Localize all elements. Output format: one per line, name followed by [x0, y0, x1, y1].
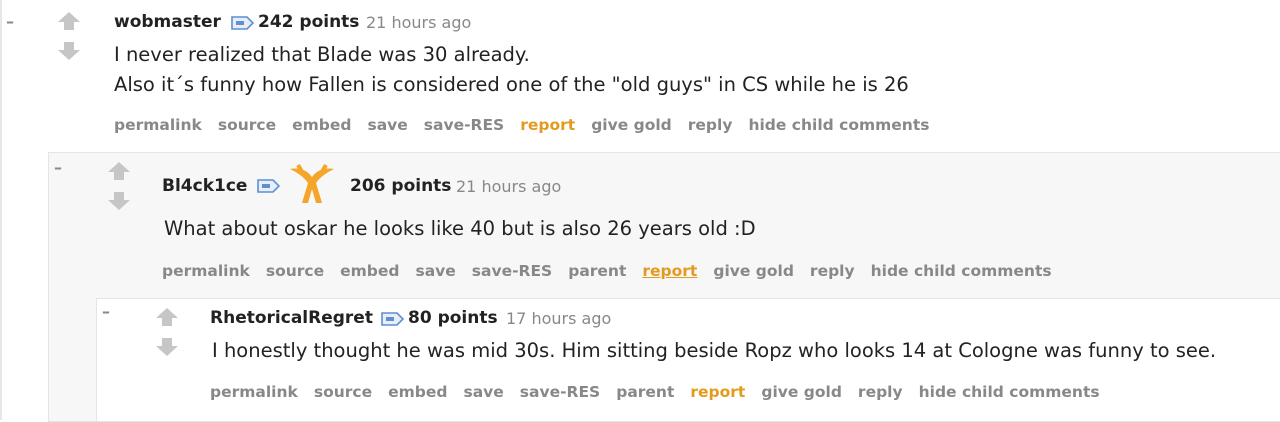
hide-child-comments-link[interactable]: hide child comments — [871, 262, 1052, 280]
tag-icon[interactable] — [380, 312, 404, 326]
give-gold-link[interactable]: give gold — [591, 116, 672, 134]
timestamp: 17 hours ago — [506, 309, 612, 328]
timestamp: 21 hours ago — [366, 13, 472, 32]
comment-line: I honestly thought he was mid 30s. Him s… — [212, 339, 1217, 362]
upvote-icon — [58, 12, 80, 30]
action-bar: permalink source embed save save-RES par… — [162, 262, 1068, 280]
save-res-link[interactable]: save-RES — [520, 383, 600, 401]
comment-line: Also it´s funny how Fallen is considered… — [114, 73, 909, 96]
vote-arrows[interactable] — [106, 162, 132, 214]
hide-child-comments-link[interactable]: hide child comments — [748, 116, 929, 134]
source-link[interactable]: source — [218, 116, 276, 134]
tag-icon[interactable] — [256, 179, 280, 193]
save-link[interactable]: save — [367, 116, 407, 134]
source-link[interactable]: source — [314, 383, 372, 401]
upvote-icon — [156, 308, 178, 326]
vote-arrows[interactable] — [154, 308, 180, 360]
collapse-toggle[interactable]: – — [102, 304, 110, 320]
permalink-link[interactable]: permalink — [114, 116, 202, 134]
reply-link[interactable]: reply — [688, 116, 733, 134]
give-gold-link[interactable]: give gold — [713, 262, 794, 280]
author-link[interactable]: wobmaster — [114, 12, 221, 32]
comment-body: What about oskar he looks like 40 but is… — [164, 214, 756, 244]
downvote-icon — [156, 338, 178, 356]
collapse-toggle[interactable]: – — [6, 14, 14, 30]
report-link[interactable]: report — [642, 262, 697, 280]
save-res-link[interactable]: save-RES — [424, 116, 504, 134]
embed-link[interactable]: embed — [388, 383, 447, 401]
comment-body: I honestly thought he was mid 30s. Him s… — [212, 336, 1216, 366]
upvote-icon — [108, 162, 130, 180]
embed-link[interactable]: embed — [292, 116, 351, 134]
action-bar: permalink source embed save save-RES par… — [210, 383, 1116, 401]
thread-line — [0, 0, 2, 420]
parent-link[interactable]: parent — [616, 383, 674, 401]
comment-body: I never realized that Blade was 30 alrea… — [114, 40, 909, 100]
action-bar: permalink source embed save save-RES rep… — [114, 116, 945, 134]
permalink-link[interactable]: permalink — [210, 383, 298, 401]
timestamp: 21 hours ago — [456, 177, 562, 196]
save-link[interactable]: save — [463, 383, 503, 401]
comment-line: I never realized that Blade was 30 alrea… — [114, 43, 530, 66]
reply-link[interactable]: reply — [810, 262, 855, 280]
fnatic-logo-icon — [290, 163, 334, 203]
hide-child-comments-link[interactable]: hide child comments — [919, 383, 1100, 401]
downvote-icon — [108, 192, 130, 210]
parent-link[interactable]: parent — [568, 262, 626, 280]
score: 242 points — [258, 12, 360, 32]
tag-icon[interactable] — [230, 16, 254, 30]
score: 206 points — [350, 176, 452, 196]
collapse-toggle[interactable]: – — [54, 160, 62, 176]
report-link[interactable]: report — [520, 116, 575, 134]
source-link[interactable]: source — [266, 262, 324, 280]
embed-link[interactable]: embed — [340, 262, 399, 280]
vote-arrows[interactable] — [56, 12, 82, 64]
author-link[interactable]: Bl4ck1ce — [162, 176, 247, 196]
give-gold-link[interactable]: give gold — [761, 383, 842, 401]
reply-link[interactable]: reply — [858, 383, 903, 401]
report-link[interactable]: report — [690, 383, 745, 401]
score: 80 points — [408, 308, 498, 328]
save-res-link[interactable]: save-RES — [472, 262, 552, 280]
downvote-icon — [58, 42, 80, 60]
save-link[interactable]: save — [415, 262, 455, 280]
comment-line: What about oskar he looks like 40 but is… — [164, 217, 756, 240]
author-link[interactable]: RhetoricalRegret — [210, 308, 373, 328]
permalink-link[interactable]: permalink — [162, 262, 250, 280]
